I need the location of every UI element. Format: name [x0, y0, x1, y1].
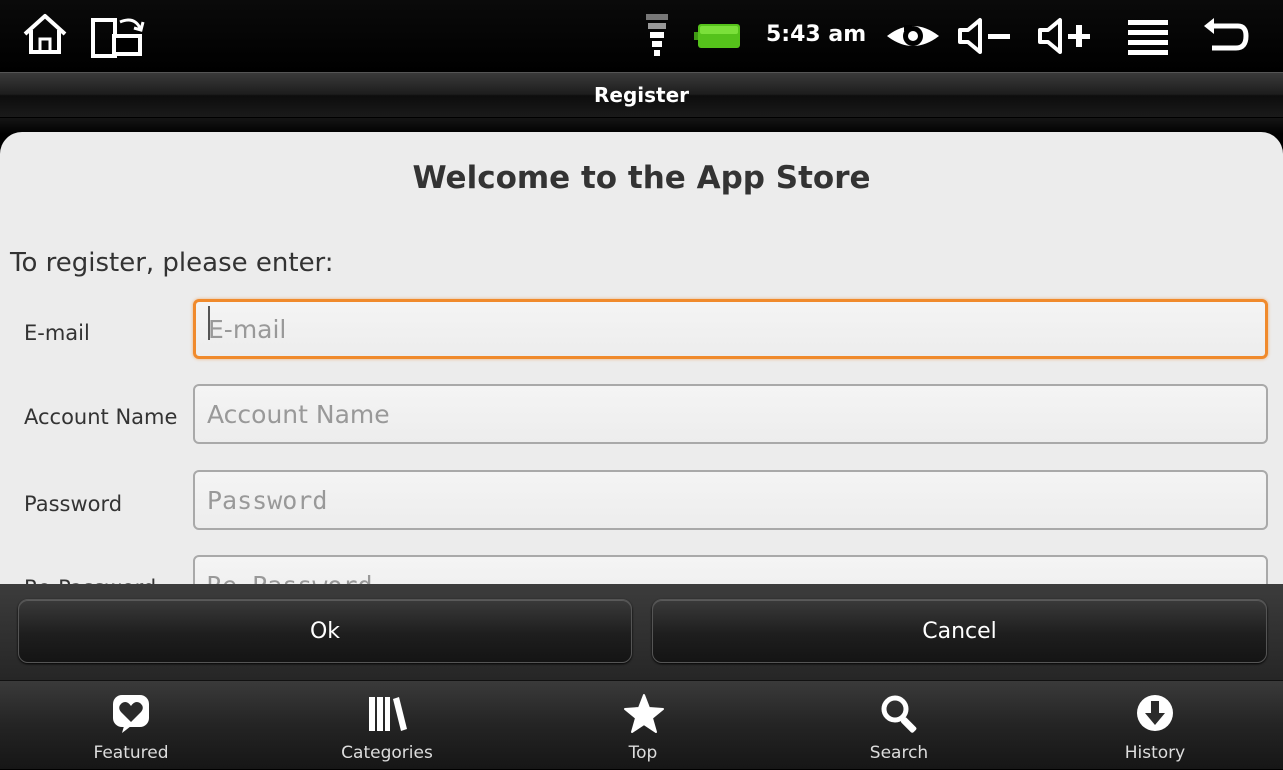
register-panel: Welcome to the App Store To register, pl… — [0, 132, 1283, 584]
books-icon — [369, 697, 407, 731]
menu-icon[interactable] — [1126, 18, 1170, 56]
ok-button[interactable]: Ok — [18, 599, 632, 663]
battery-icon — [694, 24, 740, 48]
account-name-field[interactable] — [193, 384, 1268, 444]
heart-icon — [113, 695, 149, 733]
volume-down-icon[interactable] — [956, 16, 1014, 56]
account-name-label: Account Name — [24, 405, 178, 429]
tab-search[interactable]: Search — [771, 681, 1027, 770]
password-label: Password — [24, 492, 123, 516]
register-instruction: To register, please enter: — [10, 248, 334, 278]
cancel-button[interactable]: Cancel — [652, 599, 1267, 663]
status-bar: 5:43 am — [0, 0, 1283, 72]
email-field[interactable] — [193, 299, 1268, 359]
tab-categories[interactable]: Categories — [259, 681, 515, 770]
home-icon[interactable] — [22, 12, 68, 56]
tab-categories-label: Categories — [341, 743, 433, 763]
tab-history[interactable]: History — [1027, 681, 1283, 770]
tab-featured[interactable]: Featured — [3, 681, 259, 770]
search-icon — [881, 695, 917, 733]
email-label: E-mail — [24, 321, 90, 345]
status-time: 5:43 am — [766, 22, 867, 47]
star-icon — [624, 694, 664, 733]
tab-history-label: History — [1124, 743, 1186, 763]
dialog-button-bar: Ok Cancel — [0, 584, 1283, 680]
tab-top[interactable]: Top — [515, 681, 771, 770]
re-password-label: Re-Password — [24, 576, 156, 584]
eye-icon[interactable] — [884, 20, 942, 52]
wifi-icon — [646, 14, 668, 56]
password-field[interactable] — [193, 470, 1268, 530]
tab-featured-label: Featured — [93, 743, 169, 763]
tab-top-label: Top — [628, 743, 658, 763]
back-icon[interactable] — [1200, 18, 1250, 56]
bottom-tab-bar: Featured Categories Top Search History — [0, 680, 1283, 769]
download-icon — [1137, 695, 1173, 731]
welcome-heading: Welcome to the App Store — [412, 160, 871, 196]
page-title: Register — [593, 83, 690, 107]
title-bar: Register — [0, 72, 1283, 118]
re-password-field[interactable] — [193, 555, 1268, 584]
screen-rotate-icon[interactable] — [90, 10, 148, 60]
volume-up-icon[interactable] — [1036, 16, 1094, 56]
tab-search-label: Search — [869, 743, 929, 763]
text-cursor — [208, 306, 210, 340]
